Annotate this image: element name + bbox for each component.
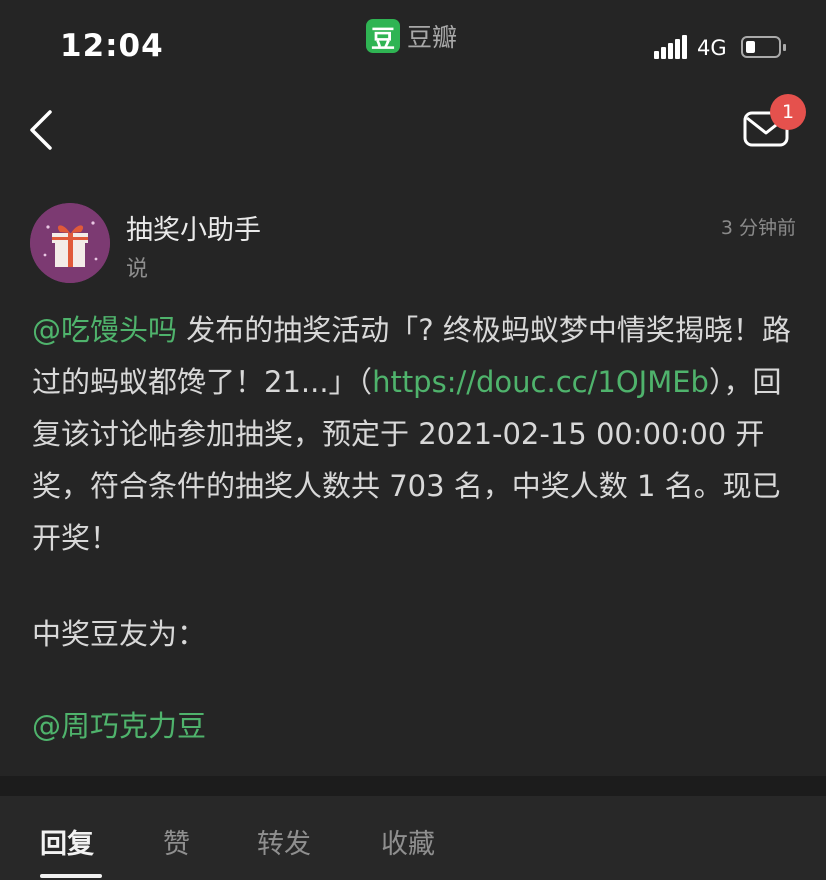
post-timestamp: 3 分钟前 (720, 217, 796, 239)
post-verb: 说 (126, 257, 149, 282)
app-indicator: 豆 豆瓣 (366, 19, 457, 53)
author-name[interactable]: 抽奖小助手 (126, 208, 261, 247)
douban-logo-icon: 豆 (366, 19, 400, 53)
winner-mention-link[interactable]: @周巧克力豆 (32, 709, 206, 743)
tab-like[interactable]: 赞 (163, 822, 190, 861)
avatar[interactable] (30, 203, 110, 283)
status-bar: 12:04 豆 豆瓣 4G (0, 0, 826, 90)
section-divider (0, 776, 826, 796)
chevron-left-icon (30, 110, 52, 150)
back-button[interactable] (24, 106, 64, 154)
action-tabs: 回复 赞 转发 收藏 (0, 796, 826, 880)
active-tab-indicator (40, 874, 102, 878)
network-type: 4G (697, 36, 727, 60)
tab-reshare[interactable]: 转发 (257, 822, 311, 861)
battery-icon (741, 36, 786, 58)
tab-reply[interactable]: 回复 (40, 822, 94, 861)
post-body: @吃馒头吗 发布的抽奖活动「? 终极蚂蚁梦中情奖揭晓！路过的蚂蚁都馋了！21..… (32, 304, 792, 564)
app-name: 豆瓣 (407, 23, 458, 52)
tab-collect[interactable]: 收藏 (381, 822, 435, 861)
winner-line: @周巧克力豆 (32, 700, 206, 752)
post-header: 抽奖小助手 说 3 分钟前 (30, 203, 800, 283)
signal-icon (654, 35, 688, 59)
url-link[interactable]: https://douc.cc/1OJMEb (372, 365, 709, 399)
unread-badge: 1 (770, 94, 806, 130)
gift-icon (30, 203, 110, 283)
clock: 12:04 (60, 28, 164, 64)
mention-link[interactable]: @吃馒头吗 (32, 313, 177, 347)
winner-label: 中奖豆友为： (32, 617, 207, 651)
